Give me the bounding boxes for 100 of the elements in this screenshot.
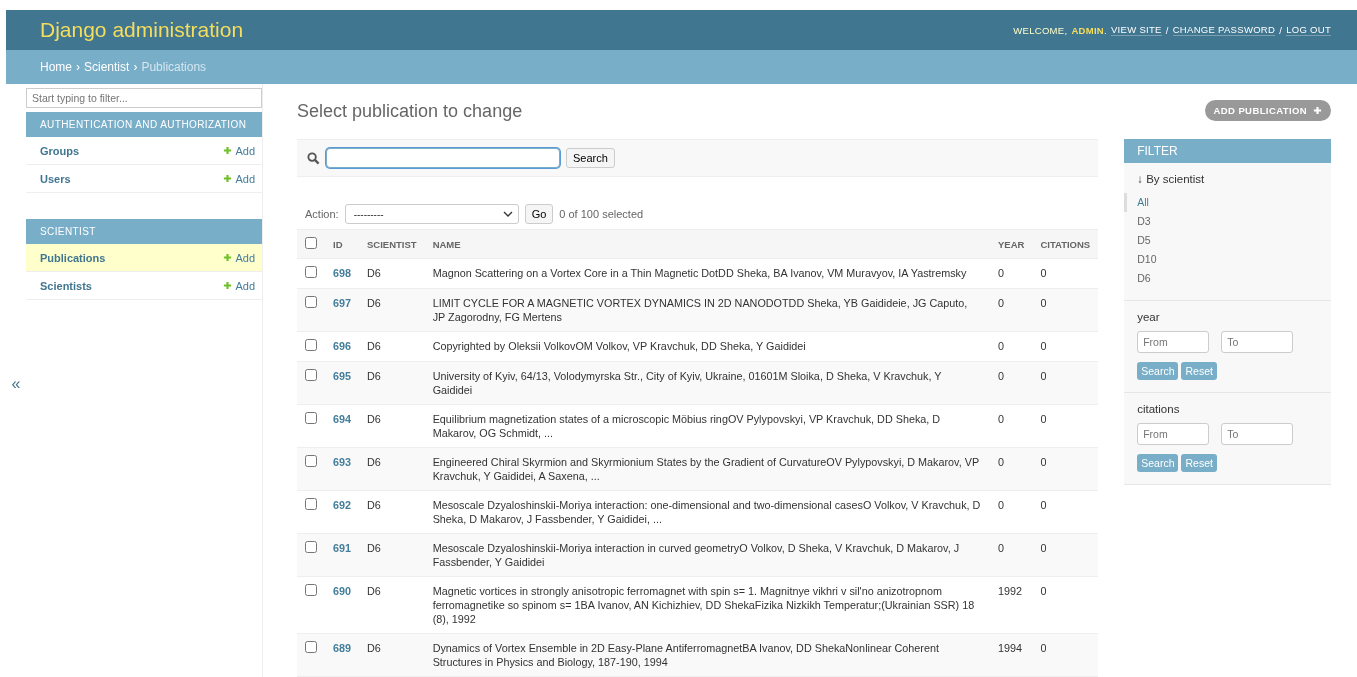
id-link[interactable]: 698 (333, 267, 351, 279)
table-cell: University of Kyiv, 64/13, Volodymyrska Str., City of Kyiv, Ukraine, 01601M Sloika, D Sheka, V Kravchuk, Y Gaididei (424, 361, 990, 405)
model-link[interactable]: Scientists (40, 279, 92, 292)
table-cell: 0 (1032, 533, 1099, 577)
filter-option[interactable]: D10 (1124, 250, 1318, 269)
id-link[interactable]: 690 (333, 585, 351, 597)
table-cell: 0 (990, 533, 1033, 577)
row-checkbox[interactable] (305, 641, 317, 653)
filter-field[interactable]: Start typing to filter... (26, 88, 262, 108)
table-cell: Equilibrium magnetization states of a microscopic Möbius ringOV Pylypovskyi, VP Kravchuk, DD Sheka, D Makarov, OG Schmidt, ... (424, 404, 990, 448)
table-cell: 0 (990, 490, 1033, 534)
module-title[interactable]: AUTHENTICATION AND AUTHORIZATION (26, 112, 262, 137)
table-cell: Mesoscale Dzyaloshinskii-Moriya interaction in curved geometryO Volkov, D Sheka, V Kravchuk, D Makarov, J Fassbender, Y Gaididei (424, 533, 990, 577)
table-cell: D6 (359, 490, 425, 534)
filter-heading: year (1137, 311, 1161, 323)
column-header[interactable]: YEAR (990, 229, 1033, 259)
header-link[interactable]: VIEW SITE (1111, 24, 1162, 36)
table-cell: D6 (359, 258, 425, 289)
row-checkbox[interactable] (305, 266, 317, 278)
add-link[interactable]: Add (223, 172, 255, 185)
table-cell: 0 (1032, 288, 1099, 332)
punctuation: . (1104, 24, 1107, 36)
table-cell: Mesoscale Dzyaloshinskii-Moriya interaction: one-dimensional and two-dimensional casesO Volkov, V Kravchuk, D Sheka, D Makarov, J Fassbender, Y Gaididei, ... (424, 490, 990, 534)
reset-button[interactable]: Reset (1181, 362, 1217, 380)
table-cell: 0 (1032, 258, 1099, 289)
add-link[interactable]: Add (223, 144, 255, 157)
row-checkbox[interactable] (305, 584, 317, 596)
id-link[interactable]: 691 (333, 542, 351, 554)
add-publication-button[interactable]: ADD PUBLICATION (1204, 100, 1331, 121)
table-cell: D6 (359, 576, 425, 634)
column-header[interactable]: CITATIONS (1032, 229, 1099, 259)
row-checkbox[interactable] (305, 412, 317, 424)
table-cell: 0 (1032, 404, 1099, 448)
from-field[interactable]: From (1137, 423, 1210, 445)
table-cell: 0 (1032, 331, 1099, 362)
model-link[interactable]: Groups (40, 144, 80, 157)
row-checkbox[interactable] (305, 369, 317, 381)
plus-icon (1313, 106, 1322, 115)
page-title: Select publication to change (297, 100, 524, 122)
plus-icon (223, 281, 233, 290)
row-checkbox[interactable] (305, 455, 317, 467)
add-link[interactable]: Add (223, 279, 255, 292)
id-link[interactable]: 697 (333, 297, 351, 309)
add-link[interactable]: Add (223, 251, 255, 264)
site-title[interactable]: Django administration (40, 18, 244, 42)
breadcrumb-separator: › (133, 60, 138, 74)
module-title[interactable]: SCIENTIST (26, 219, 262, 244)
to-field[interactable]: To (1221, 423, 1294, 445)
action-select[interactable]: --------- (344, 204, 519, 224)
welcome-text: WELCOME, (1013, 24, 1068, 36)
id-link[interactable]: 696 (333, 340, 351, 352)
table-cell: 0 (990, 331, 1033, 362)
filter-option[interactable]: D6 (1124, 269, 1318, 288)
select-all-checkbox[interactable] (305, 237, 317, 249)
table-cell: 0 (1032, 576, 1099, 634)
header-link[interactable]: LOG OUT (1286, 24, 1331, 36)
table-cell: 1994 (990, 633, 1033, 677)
filter-option[interactable]: D5 (1124, 231, 1318, 250)
filter-option[interactable]: All (1124, 193, 1318, 212)
row-checkbox[interactable] (305, 498, 317, 510)
id-link[interactable]: 695 (333, 370, 351, 382)
filter-option[interactable]: D3 (1124, 212, 1318, 231)
id-link[interactable]: 689 (333, 642, 351, 654)
table-cell: 0 (990, 447, 1033, 491)
breadcrumb-link[interactable]: Home (40, 60, 72, 74)
chevron-icon (502, 211, 513, 217)
id-link[interactable]: 694 (333, 413, 351, 425)
id-link[interactable]: 693 (333, 456, 351, 468)
plus-icon (223, 174, 233, 183)
table-cell: 0 (1032, 490, 1099, 534)
table-cell: Engineered Chiral Skyrmion and Skyrmionium States by the Gradient of CurvatureOV Pylypovskyi, D Makarov, VP Kravchuk, Y Gaididei, A Saxena, ... (424, 447, 990, 491)
search-icon (307, 151, 320, 165)
table-cell: D6 (359, 533, 425, 577)
row-checkbox[interactable] (305, 339, 317, 351)
to-field[interactable]: To (1221, 331, 1294, 353)
table-cell: 0 (990, 258, 1033, 289)
column-header[interactable]: NAME (424, 229, 990, 259)
header-link[interactable]: CHANGE PASSWORD (1172, 24, 1276, 36)
table-cell: D6 (359, 361, 425, 405)
column-header[interactable]: ID (325, 229, 359, 259)
action-label: Action: (305, 208, 339, 220)
search-button[interactable]: Search (1137, 454, 1179, 472)
id-link[interactable]: 692 (333, 499, 351, 511)
table-cell: D6 (359, 331, 425, 362)
search-button[interactable]: Search (566, 148, 615, 168)
breadcrumb-link[interactable]: Scientist (84, 60, 130, 74)
table-cell: 0 (990, 288, 1033, 332)
row-checkbox[interactable] (305, 541, 317, 553)
model-link[interactable]: Publications (40, 251, 106, 264)
model-link[interactable]: Users (40, 172, 71, 185)
go-button[interactable]: Go (524, 204, 554, 224)
column-header[interactable]: SCIENTIST (359, 229, 425, 259)
search-field[interactable] (326, 148, 560, 168)
username: ADMIN (1071, 24, 1105, 36)
reset-button[interactable]: Reset (1181, 454, 1217, 472)
row-checkbox[interactable] (305, 296, 317, 308)
from-field[interactable]: From (1137, 331, 1210, 353)
selection-counter: 0 of 100 selected (559, 208, 644, 220)
search-button[interactable]: Search (1137, 362, 1179, 380)
table-cell: Magnetic vortices in strongly anisotropic ferromagnet with spin s= 1. Magnitnye vikhri v sil'no anizotropnom ferromagnetike so spinom s= 1BA Ivanov, AN Kichizhiev, DD ShekaFizika Nizkikh Temperatur;(Ukrainian SSR) 18 (8), 1992 (424, 576, 990, 634)
